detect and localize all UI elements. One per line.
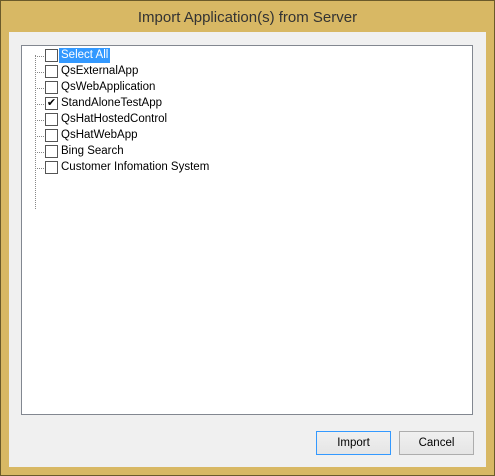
tree-connector xyxy=(35,72,44,73)
import-button[interactable]: Import xyxy=(316,431,391,455)
tree-item-label: QsWebApplication xyxy=(61,81,156,93)
checkbox[interactable] xyxy=(45,129,58,142)
dialog-body: Select All QsExternalApp QsWebApplication ✔… xyxy=(9,32,486,467)
tree-item-label: StandAloneTestApp xyxy=(61,97,163,109)
cancel-button[interactable]: Cancel xyxy=(399,431,474,455)
checkbox[interactable] xyxy=(45,145,58,158)
tree-line xyxy=(35,55,36,209)
tree-item-label: QsHatHostedControl xyxy=(61,113,168,125)
dialog-title: Import Application(s) from Server xyxy=(137,9,358,26)
application-tree[interactable]: Select All QsExternalApp QsWebApplication ✔… xyxy=(21,45,473,415)
tree-item-label: QsExternalApp xyxy=(61,65,139,77)
tree-connector xyxy=(35,104,44,105)
tree-connector xyxy=(35,120,44,121)
tree-item-label: Select All xyxy=(59,48,111,63)
checkbox[interactable] xyxy=(45,65,58,78)
checkbox[interactable]: ✔ xyxy=(45,97,58,110)
tree-item-label: Customer Infomation System xyxy=(61,161,210,173)
tree-item-label: QsHatWebApp xyxy=(61,129,138,141)
tree-connector xyxy=(35,152,44,153)
tree-connector xyxy=(35,136,44,137)
checkbox[interactable] xyxy=(45,49,58,62)
checkbox[interactable] xyxy=(45,81,58,94)
tree-connector xyxy=(35,88,44,89)
tree-connector xyxy=(35,168,44,169)
tree-item-label: Bing Search xyxy=(61,145,124,157)
tree-connector xyxy=(35,56,44,57)
checkbox[interactable] xyxy=(45,113,58,126)
checkbox[interactable] xyxy=(45,161,58,174)
dialog-window: Import Application(s) from Server Select… xyxy=(0,0,495,476)
